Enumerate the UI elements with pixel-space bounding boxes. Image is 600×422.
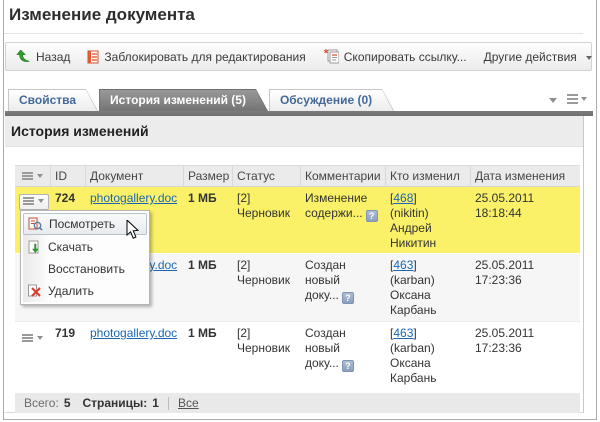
hint-icon[interactable]: ? — [366, 210, 378, 222]
mouse-cursor — [126, 220, 140, 240]
toolbar: Назад Заблокировать для редактирования С… — [5, 42, 592, 71]
tab-properties[interactable]: Свойства — [8, 89, 98, 111]
row-status: [2]Черновик — [232, 254, 300, 321]
section-title: История изменений — [5, 116, 583, 147]
row-status: [2]Черновик — [232, 322, 300, 388]
grid-menu-icon — [22, 174, 43, 178]
row-comment: Создан новый доку...? — [300, 254, 385, 321]
back-icon — [16, 50, 31, 64]
hamburger-icon — [567, 94, 578, 96]
column-header-who[interactable]: Кто изменил — [385, 166, 470, 186]
tab-properties-label: Свойства — [8, 89, 98, 111]
user-link[interactable]: 468 — [393, 191, 413, 205]
other-actions-label: Другие действия — [484, 50, 577, 64]
document-link[interactable]: photogallery.doc — [90, 326, 177, 340]
back-label: Назад — [36, 50, 70, 64]
tab-discussion-label: Обсуждение (0) — [269, 89, 394, 111]
row-who: [463] (karban) Оксана Карбань — [385, 322, 470, 388]
lock-document-icon — [87, 50, 99, 64]
empty-icon — [26, 261, 42, 277]
lock-for-edit-button[interactable]: Заблокировать для редактирования — [87, 50, 305, 64]
row-actions-button[interactable] — [20, 332, 46, 340]
row-size: 1 МБ — [183, 254, 232, 321]
menu-item-label: Восстановить — [48, 262, 125, 276]
table-header-row: ID Документ Размер Статус Комментарии Кт… — [15, 165, 580, 187]
column-header-size[interactable]: Размер — [183, 166, 232, 186]
title-divider — [4, 33, 583, 34]
column-header-document[interactable]: Документ — [85, 166, 183, 186]
column-header-comments[interactable]: Комментарии — [300, 166, 385, 186]
tab-discussion[interactable]: Обсуждение (0) — [269, 89, 394, 111]
show-all-link[interactable]: Все — [178, 396, 199, 410]
download-icon — [26, 239, 42, 255]
copy-link-icon — [323, 49, 339, 64]
table-row: 719 photogallery.doc 1 МБ [2]Черновик Со… — [15, 321, 580, 388]
collapse-tabs-icon[interactable] — [549, 98, 557, 103]
row-comment: Изменение содержи...? — [300, 187, 385, 253]
page-number[interactable]: 1 — [152, 396, 159, 410]
pages-label: Страницы: — [83, 396, 148, 410]
menu-item-delete[interactable]: Удалить — [23, 280, 147, 302]
hint-icon[interactable]: ? — [342, 360, 354, 372]
table-footer: Всего: 5 Страницы: 1 Все — [15, 393, 580, 413]
user-link[interactable]: 463 — [393, 258, 413, 272]
total-label: Всего: — [24, 396, 59, 410]
row-status: [2]Черновик — [232, 187, 300, 253]
footer-divider — [168, 397, 169, 410]
row-who: [468] (nikitin) Андрей Никитин — [385, 187, 470, 253]
header-menu-cell[interactable] — [15, 166, 50, 186]
caret-down-icon — [586, 56, 592, 60]
copy-link-button[interactable]: Скопировать ссылку... — [323, 49, 467, 64]
menu-item-label: Скачать — [48, 240, 93, 254]
copy-link-label: Скопировать ссылку... — [344, 50, 467, 64]
tab-history-label: История изменений (5) — [99, 89, 268, 111]
hint-icon[interactable]: ? — [342, 292, 354, 304]
caret-down-icon — [581, 97, 587, 101]
menu-item-restore[interactable]: Восстановить — [23, 258, 147, 280]
row-who: [463] (karban) Оксана Карбань — [385, 254, 470, 321]
tab-strip: Свойства История изменений (5) Обсуждени… — [8, 89, 395, 111]
delete-icon — [26, 283, 42, 299]
row-actions-button[interactable] — [19, 194, 49, 210]
tab-history[interactable]: История изменений (5) — [99, 89, 268, 111]
user-link[interactable]: 463 — [393, 326, 413, 340]
view-icon — [27, 216, 43, 232]
tab-settings-button[interactable] — [567, 94, 587, 104]
page-title: Изменение документа — [9, 5, 195, 25]
row-date: 25.05.201118:18:44 — [470, 187, 580, 253]
document-link[interactable]: photogallery.doc — [90, 191, 177, 205]
other-actions-button[interactable]: Другие действия — [484, 50, 592, 64]
row-comment: Создан новый доку...? — [300, 322, 385, 388]
lock-for-edit-label: Заблокировать для редактирования — [104, 50, 305, 64]
column-header-id[interactable]: ID — [50, 166, 85, 186]
total-value: 5 — [64, 396, 71, 410]
row-size: 1 МБ — [183, 322, 232, 388]
row-date: 25.05.201117:23:36 — [470, 254, 580, 321]
row-date: 25.05.201117:23:36 — [470, 322, 580, 388]
row-size: 1 МБ — [183, 187, 232, 253]
row-id: 719 — [50, 322, 85, 388]
column-header-date[interactable]: Дата изменения — [470, 166, 580, 186]
column-header-status[interactable]: Статус — [232, 166, 300, 186]
back-button[interactable]: Назад — [16, 50, 70, 64]
menu-item-label: Удалить — [48, 284, 94, 298]
menu-item-label: Посмотреть — [49, 217, 115, 231]
